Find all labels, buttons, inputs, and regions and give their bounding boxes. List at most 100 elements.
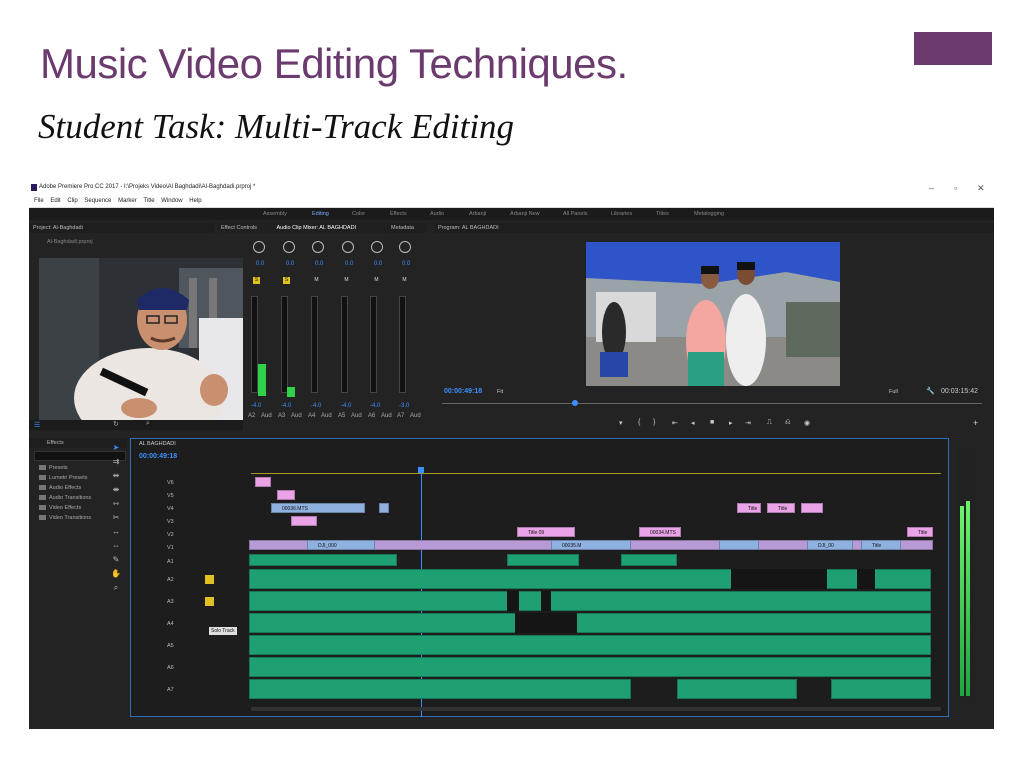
workspace-assembly[interactable]: Assembly: [263, 211, 287, 217]
fader-track[interactable]: [399, 296, 406, 393]
audio-clip[interactable]: [249, 635, 931, 655]
track-v3-label[interactable]: V3: [167, 519, 174, 525]
mark-out-icon[interactable]: }: [653, 419, 655, 426]
work-area-bar[interactable]: [251, 473, 941, 474]
effects-folder[interactable]: Presets: [39, 465, 68, 471]
workspace-color[interactable]: Color: [352, 211, 365, 217]
timeline-clip[interactable]: 00034.MTS: [639, 527, 681, 537]
mixer-tab-label[interactable]: Audio Clip Mixer: AL BAGHDADI: [277, 225, 357, 231]
timeline-clip[interactable]: 00035.M: [551, 540, 631, 550]
mute-button[interactable]: M: [373, 277, 380, 284]
fader-track[interactable]: [281, 296, 288, 393]
effects-folder[interactable]: Audio Effects: [39, 485, 81, 491]
track-v6-label[interactable]: V6: [167, 480, 174, 486]
slide-tool-icon[interactable]: ⇔: [111, 541, 121, 551]
timeline-scrollbar[interactable]: [251, 707, 941, 711]
pan-knob[interactable]: [283, 241, 295, 253]
menu-window[interactable]: Window: [161, 195, 182, 207]
program-timecode[interactable]: 00:00:49:18: [444, 388, 482, 395]
solo-button[interactable]: S: [253, 277, 260, 284]
timeline-clip[interactable]: [255, 477, 271, 487]
solo-track-button[interactable]: [205, 597, 214, 606]
workspace-effects[interactable]: Effects: [390, 211, 407, 217]
pen-tool-icon[interactable]: ✎: [111, 555, 121, 565]
playhead-marker[interactable]: [572, 400, 578, 406]
automate-icon[interactable]: ↻: [113, 420, 119, 428]
add-button-icon[interactable]: +: [973, 418, 978, 428]
mute-button[interactable]: M: [343, 277, 350, 284]
list-view-icon[interactable]: ☰: [34, 421, 40, 429]
audio-clip[interactable]: [621, 554, 677, 566]
effects-folder[interactable]: Audio Transitions: [39, 495, 91, 501]
lift-icon[interactable]: ⎍: [767, 419, 772, 427]
effects-folder[interactable]: Lumetri Presets: [39, 475, 88, 481]
track-v4-label[interactable]: V4: [167, 506, 174, 512]
minimize-button[interactable]: –: [929, 183, 934, 193]
audio-clip[interactable]: [249, 657, 931, 677]
timeline-clip[interactable]: Title 09: [517, 527, 575, 537]
audio-clip[interactable]: [249, 554, 397, 566]
fader-track[interactable]: [370, 296, 377, 393]
solo-button[interactable]: S: [283, 277, 290, 284]
track-a4-label[interactable]: A4: [167, 621, 174, 627]
workspace-audio[interactable]: Audio: [430, 211, 444, 217]
audio-clip[interactable]: [507, 554, 579, 566]
pan-knob[interactable]: [312, 241, 324, 253]
audio-clip[interactable]: [677, 679, 797, 699]
timeline-clip[interactable]: Title: [737, 503, 761, 513]
audio-clip[interactable]: [249, 613, 931, 633]
find-icon[interactable]: ⌕: [146, 420, 150, 428]
audio-clip[interactable]: [249, 679, 631, 699]
timeline-clip[interactable]: DJI_00: [807, 540, 853, 550]
timeline-timecode[interactable]: 00:00:49:18: [139, 453, 177, 460]
pan-knob[interactable]: [371, 241, 383, 253]
fader-track[interactable]: [341, 296, 348, 393]
metadata-tab[interactable]: Metadata: [387, 223, 427, 233]
program-fit-select[interactable]: Fit: [497, 389, 503, 395]
wrench-icon[interactable]: 🔧: [926, 387, 935, 395]
track-a6-label[interactable]: A6: [167, 665, 174, 671]
track-v1-label[interactable]: V1: [167, 545, 174, 551]
hand-tool-icon[interactable]: ✋: [111, 569, 121, 579]
track-v5-label[interactable]: V5: [167, 493, 174, 499]
timeline-clip[interactable]: 00036.MTS: [271, 503, 365, 513]
effects-folder[interactable]: Video Effects: [39, 505, 81, 511]
track-a5-label[interactable]: A5: [167, 643, 174, 649]
pan-knob[interactable]: [399, 241, 411, 253]
step-back-icon[interactable]: ◂: [691, 419, 695, 427]
menu-help[interactable]: Help: [189, 195, 201, 207]
audio-clip[interactable]: [249, 591, 931, 611]
menu-title[interactable]: Title: [143, 195, 154, 207]
menu-file[interactable]: File: [34, 195, 44, 207]
selection-tool-icon[interactable]: ➤: [111, 443, 121, 453]
razor-tool-icon[interactable]: ✂: [111, 513, 121, 523]
timeline-clip[interactable]: [291, 516, 317, 526]
rate-stretch-icon[interactable]: ⇿: [111, 499, 121, 509]
effect-controls-tab[interactable]: Effect Controls Audio Clip Mixer: AL BAG…: [217, 223, 387, 233]
effects-folder[interactable]: Video Transitions: [39, 515, 91, 521]
timeline-clip[interactable]: [801, 503, 823, 513]
fader-track[interactable]: [311, 296, 318, 393]
ripple-edit-icon[interactable]: ⇹: [111, 471, 121, 481]
sequence-tab[interactable]: AL BAGHDADI: [139, 441, 176, 447]
pan-knob[interactable]: [342, 241, 354, 253]
mute-button[interactable]: M: [313, 277, 320, 284]
menu-edit[interactable]: Edit: [50, 195, 60, 207]
pan-knob[interactable]: [253, 241, 265, 253]
go-to-out-icon[interactable]: ⇥: [745, 419, 751, 427]
workspace-editing[interactable]: Editing: [312, 211, 329, 217]
timeline-clip[interactable]: [277, 490, 295, 500]
program-monitor-tab[interactable]: Program: AL BAGHDADI: [434, 223, 994, 233]
timeline-clip[interactable]: Title: [767, 503, 795, 513]
project-panel-tab[interactable]: Project: Al-Baghdadi: [29, 223, 214, 233]
go-to-in-icon[interactable]: ⇤: [672, 419, 678, 427]
workspace-metalogging[interactable]: Metalogging: [694, 211, 724, 217]
program-resolution-select[interactable]: Full: [889, 389, 898, 395]
track-v2-label[interactable]: V2: [167, 532, 174, 538]
timeline-clip[interactable]: [719, 540, 759, 550]
menu-marker[interactable]: Marker: [118, 195, 137, 207]
workspace-titles[interactable]: Titles: [656, 211, 669, 217]
program-scrubber[interactable]: [442, 403, 982, 404]
timeline-clip[interactable]: DJI_000: [307, 540, 375, 550]
fader-track[interactable]: [251, 296, 258, 393]
